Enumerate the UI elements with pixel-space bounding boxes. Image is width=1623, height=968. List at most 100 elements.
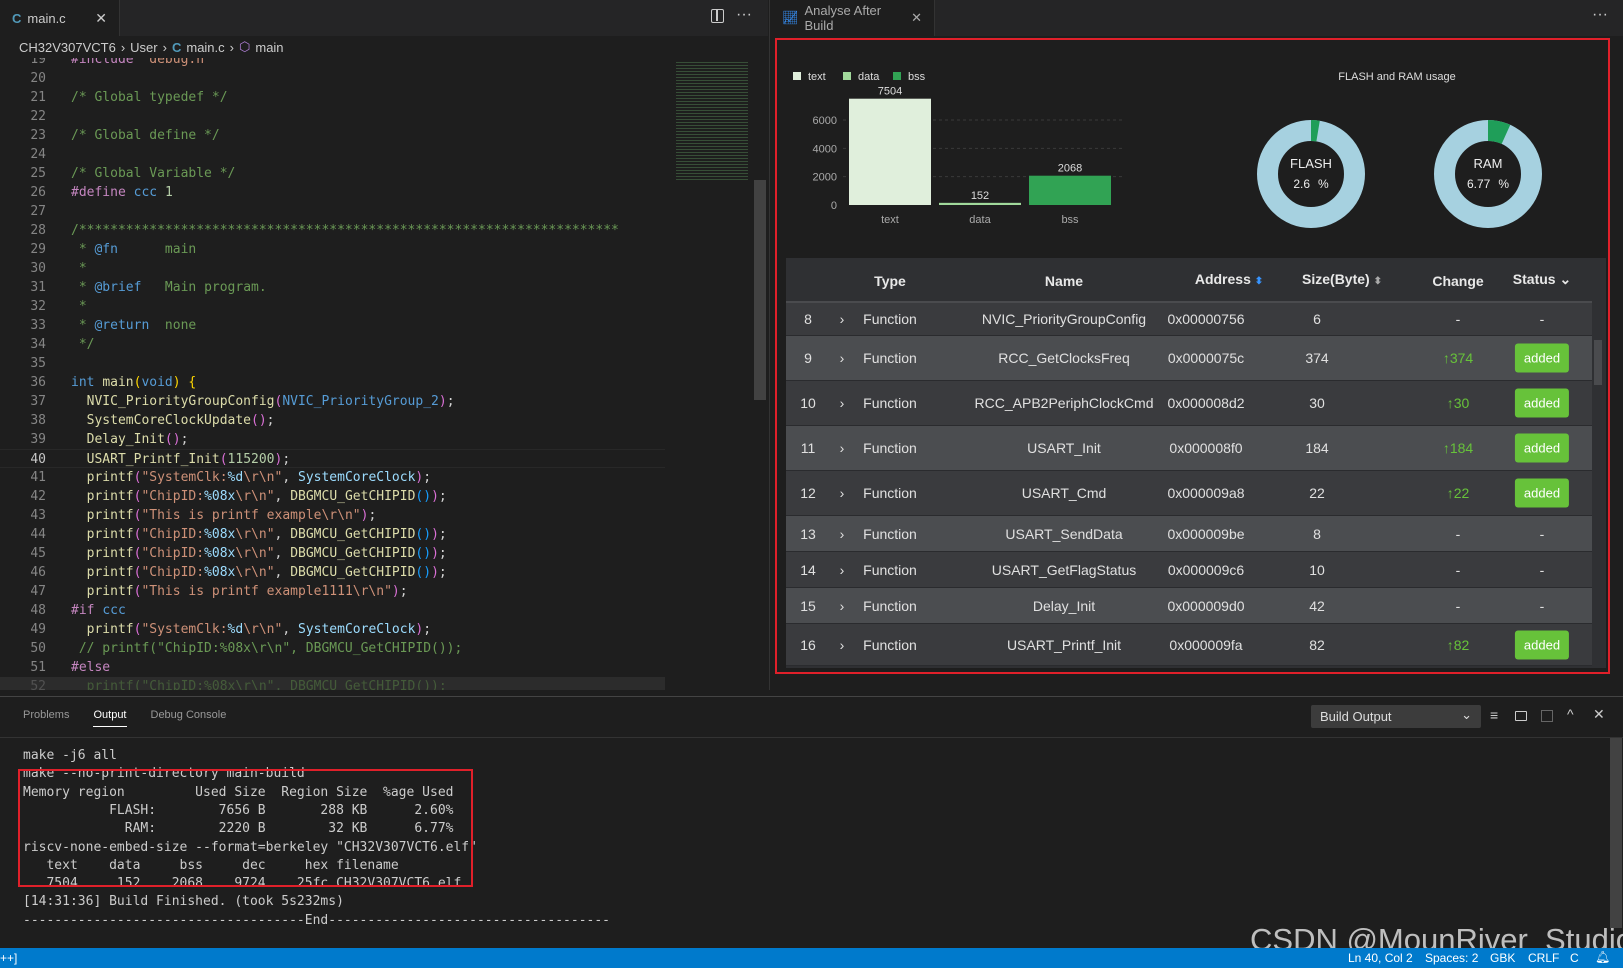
open-log-icon[interactable] (1541, 710, 1553, 722)
output-channel-select[interactable]: Build Output ⌄ (1311, 705, 1481, 728)
code-line[interactable]: 30 * (0, 259, 665, 278)
tab-debug-console[interactable]: Debug Console (151, 709, 227, 727)
expand-chevron-icon[interactable]: › (840, 395, 845, 411)
breadcrumb-folder[interactable]: User (130, 40, 157, 55)
code-line[interactable]: 21 /* Global typedef */ (0, 88, 665, 107)
code-line[interactable]: 46 printf("ChipID:%08x\r\n", DBGMCU_GetC… (0, 563, 665, 582)
code-line[interactable]: 33 * @return none (0, 316, 665, 335)
status-encoding[interactable]: GBK (1490, 951, 1515, 965)
code-line[interactable]: 29 * @fn main (0, 240, 665, 259)
table-row[interactable]: 10 › Function RCC_APB2PeriphClockCmd 0x00000… (786, 381, 1592, 426)
table-row[interactable]: 8 › Function NVIC_PriorityGroupConfig 0x0000… (786, 303, 1592, 336)
expand-chevron-icon[interactable]: › (840, 485, 845, 501)
minimap[interactable] (672, 58, 752, 690)
close-icon[interactable]: ✕ (911, 10, 922, 26)
code-line[interactable]: 20 (0, 69, 665, 88)
code-line[interactable]: 19 #include "debug.h" (0, 58, 665, 69)
cell-type: Function (863, 395, 917, 411)
code-line[interactable]: 47 printf("This is printf example1111\r\… (0, 582, 665, 601)
bell-icon[interactable]: 🔔︎ (1595, 950, 1610, 964)
header-size[interactable]: Size(Byte) ⬍ (1302, 271, 1382, 287)
size-charts: 0 2000 4000 6000 7504 text text 152 data data 2068… (793, 71, 1542, 228)
close-panel-icon[interactable]: ✕ (1593, 706, 1605, 723)
code-area[interactable]: 19 #include "debug.h" 20 21 /* Global typede… (0, 58, 665, 690)
code-line[interactable]: 39 Delay_Init(); (0, 430, 665, 449)
code-line[interactable]: 32 * (0, 297, 665, 316)
status-language[interactable]: C (1570, 951, 1579, 965)
header-address[interactable]: Address ⬍ (1195, 271, 1263, 287)
code-line[interactable]: 38 SystemCoreClockUpdate(); (0, 411, 665, 430)
code-line[interactable]: 45 printf("ChipID:%08x\r\n", DBGMCU_GetC… (0, 544, 665, 563)
code-line[interactable]: 37 NVIC_PriorityGroupConfig(NVIC_Priorit… (0, 392, 665, 411)
code-token: * (71, 261, 87, 276)
table-row[interactable]: 9 › Function RCC_GetClocksFreq 0x0000075c 374… (786, 336, 1592, 381)
code-line[interactable]: 41 printf("SystemClk:%d\r\n", SystemCore… (0, 468, 665, 487)
line-number: 29 (30, 242, 46, 257)
more-actions-icon[interactable]: ··· (1592, 6, 1608, 24)
code-line[interactable]: 48 #if ccc (0, 601, 665, 620)
split-editor-icon[interactable] (711, 9, 724, 23)
code-line[interactable]: 44 printf("ChipID:%08x\r\n", DBGMCU_GetC… (0, 525, 665, 544)
line-content: int main(void) { (71, 373, 196, 392)
lock-icon[interactable] (1515, 711, 1527, 721)
code-token: 115200 (227, 452, 275, 467)
table-row[interactable]: 13 › Function USART_SendData 0x000009be 8 - - (786, 516, 1592, 552)
code-line[interactable]: 40 USART_Printf_Init(115200); (0, 449, 665, 468)
close-icon[interactable]: ✕ (95, 10, 107, 27)
expand-chevron-icon[interactable]: › (840, 562, 845, 578)
expand-chevron-icon[interactable]: › (840, 311, 845, 327)
breadcrumb-symbol[interactable]: main (255, 40, 283, 55)
status-cursor-position[interactable]: Ln 40, Col 2 (1348, 951, 1413, 965)
table-row[interactable]: 15 › Function Delay_Init 0x000009d0 42 - - (786, 588, 1592, 624)
more-actions-icon[interactable]: ··· (736, 6, 752, 24)
output-scrollbar[interactable] (1610, 738, 1622, 928)
sort-icon[interactable]: ⬍ (1374, 276, 1382, 287)
status-eol[interactable]: CRLF (1528, 951, 1559, 965)
expand-chevron-icon[interactable]: › (840, 440, 845, 456)
cell-name: USART_GetFlagStatus (991, 561, 1137, 578)
line-content: printf("This is printf example\r\n"); (71, 506, 377, 525)
code-line[interactable]: 28 /*************************************… (0, 221, 665, 240)
code-line[interactable]: 31 * @brief Main program. (0, 278, 665, 297)
code-line[interactable]: 52 printf("ChipID:%08x\r\n", DBGMCU_GetC… (0, 677, 665, 690)
tab-output[interactable]: Output (93, 709, 127, 727)
breadcrumb-project[interactable]: CH32V307VCT6 (19, 40, 116, 55)
table-row[interactable]: 16 › Function USART_Printf_Init 0x000009fa 82… (786, 624, 1592, 666)
table-row[interactable]: 14 › Function USART_GetFlagStatus 0x000009c6… (786, 552, 1592, 588)
line-content: SystemCoreClockUpdate(); (71, 411, 275, 430)
code-line[interactable]: 25 /* Global Variable */ (0, 164, 665, 183)
status-indentation[interactable]: Spaces: 2 (1425, 951, 1478, 965)
clear-output-icon[interactable]: ≡ (1490, 707, 1498, 723)
code-line[interactable]: 43 printf("This is printf example\r\n"); (0, 506, 665, 525)
code-line[interactable]: 49 printf("SystemClk:%d\r\n", SystemCore… (0, 620, 665, 639)
code-line[interactable]: 50 // printf("ChipID:%08x\r\n", DBGMCU_G… (0, 639, 665, 658)
expand-chevron-icon[interactable]: › (840, 637, 845, 653)
breadcrumb-file[interactable]: main.c (186, 40, 224, 55)
code-line[interactable]: 34 */ (0, 335, 665, 354)
tab-problems[interactable]: Problems (23, 709, 69, 727)
maximize-panel-icon[interactable]: ^ (1567, 706, 1574, 722)
code-line[interactable]: 27 (0, 202, 665, 221)
expand-chevron-icon[interactable]: › (840, 350, 845, 366)
table-row[interactable]: 11 › Function USART_Init 0x000008f0 184 ↑184 ad… (786, 426, 1592, 471)
sort-icon[interactable]: ⬍ (1255, 276, 1263, 287)
expand-chevron-icon[interactable]: › (840, 526, 845, 542)
donut-ram (1434, 120, 1542, 228)
code-line[interactable]: 51 #else (0, 658, 665, 677)
chevron-down-icon[interactable]: ⌄ (1559, 271, 1571, 287)
code-line[interactable]: 36 int main(void) { (0, 373, 665, 392)
tab-main-c[interactable]: C main.c ✕ (0, 0, 120, 36)
expand-chevron-icon[interactable]: › (840, 598, 845, 614)
tab-analyse-after-build[interactable]: 📈︎ Analyse After Build ✕ (770, 0, 935, 36)
code-line[interactable]: 23 /* Global define */ (0, 126, 665, 145)
code-line[interactable]: 22 (0, 107, 665, 126)
status-left[interactable]: ++] (0, 951, 17, 965)
table-row[interactable]: 12 › Function USART_Cmd 0x000009a8 22 ↑22 added (786, 471, 1592, 516)
code-line[interactable]: 26 #define ccc 1 (0, 183, 665, 202)
code-line[interactable]: 42 printf("ChipID:%08x\r\n", DBGMCU_GetC… (0, 487, 665, 506)
header-status[interactable]: Status ⌄ (1513, 271, 1571, 288)
editor-scrollbar[interactable] (754, 180, 766, 400)
code-line[interactable]: 35 (0, 354, 665, 373)
table-scrollbar[interactable] (1594, 340, 1602, 385)
code-line[interactable]: 24 (0, 145, 665, 164)
